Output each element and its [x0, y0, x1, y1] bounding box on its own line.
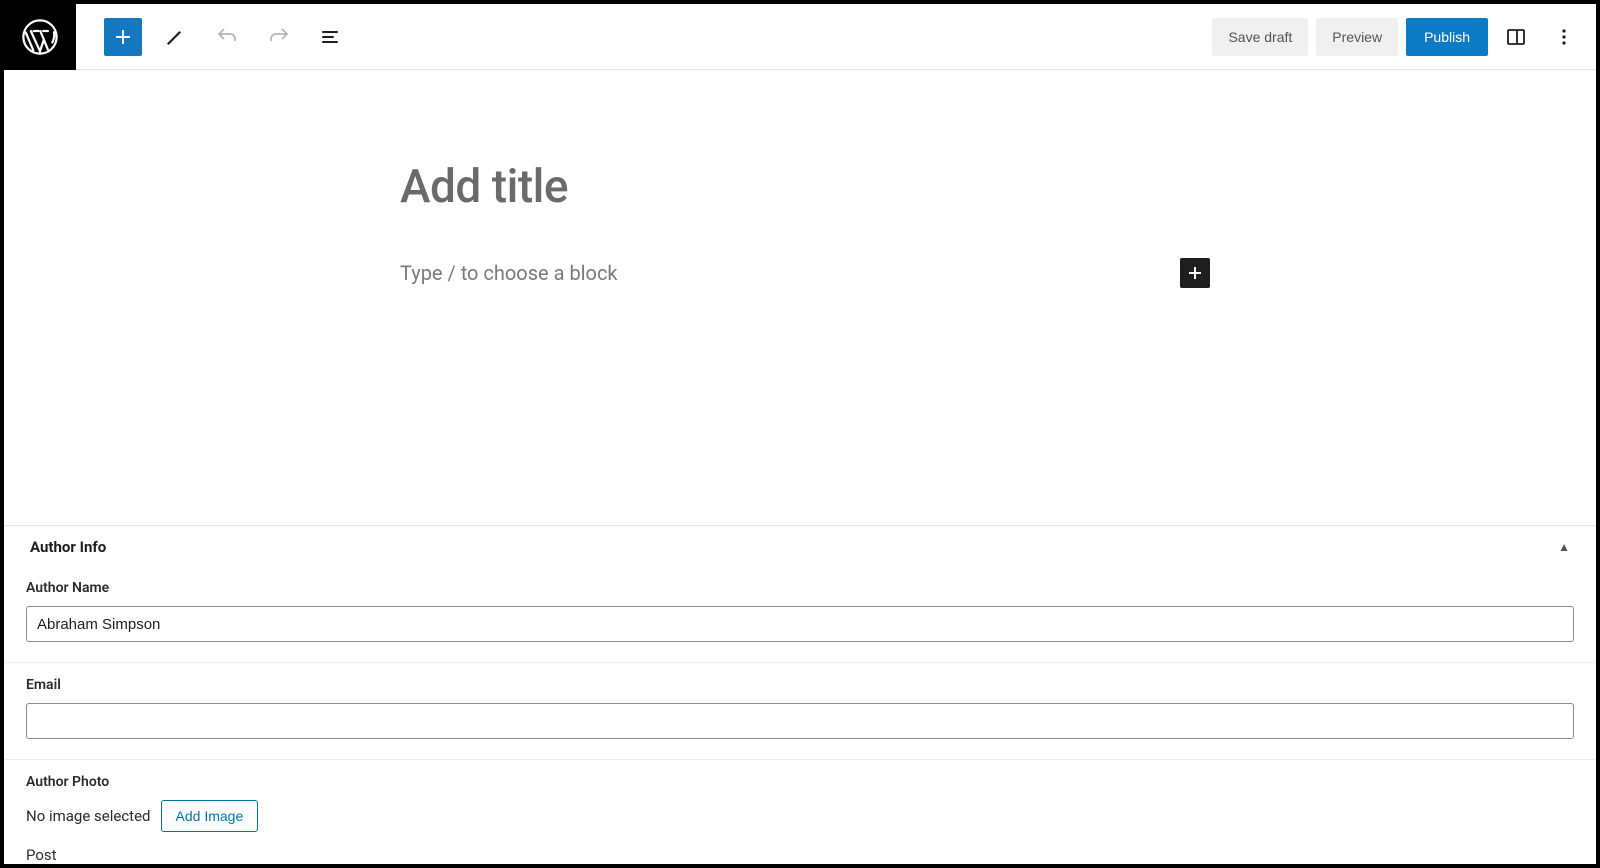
redo-button[interactable] [260, 18, 298, 56]
meta-boxes-area: Author Info ▲ Author Name Email Author P… [4, 525, 1596, 864]
email-input[interactable] [26, 703, 1574, 739]
no-image-selected-text: No image selected [26, 807, 151, 825]
plus-icon [111, 25, 135, 49]
publish-button[interactable]: Publish [1406, 18, 1488, 56]
wordpress-icon [21, 18, 59, 56]
author-photo-field: Author Photo No image selected Add Image [4, 760, 1596, 840]
list-view-icon [319, 25, 343, 49]
author-info-panel-title: Author Info [30, 538, 106, 556]
plus-icon [1183, 261, 1207, 285]
preview-button[interactable]: Preview [1316, 18, 1398, 56]
block-content-placeholder[interactable]: Type / to choose a block [400, 261, 618, 285]
toolbar-right-group: Save draft Preview Publish [1212, 17, 1596, 57]
author-name-field: Author Name [4, 566, 1596, 663]
save-draft-button[interactable]: Save draft [1212, 18, 1308, 56]
toolbar-left-group [76, 18, 350, 56]
settings-sidebar-toggle[interactable] [1496, 17, 1536, 57]
inline-add-block-button[interactable] [1180, 258, 1210, 288]
post-section-label: Post [4, 840, 1596, 864]
author-name-label: Author Name [26, 580, 1574, 596]
redo-icon [267, 25, 291, 49]
pencil-icon [163, 25, 187, 49]
more-options-button[interactable] [1544, 17, 1584, 57]
sidebar-icon [1504, 25, 1528, 49]
add-image-button[interactable]: Add Image [161, 800, 259, 832]
undo-icon [215, 25, 239, 49]
author-info-panel-header[interactable]: Author Info ▲ [4, 526, 1596, 566]
more-vertical-icon [1552, 25, 1576, 49]
collapse-up-icon: ▲ [1558, 540, 1570, 554]
author-info-panel: Author Info ▲ Author Name Email Author P… [4, 525, 1596, 864]
email-field: Email [4, 663, 1596, 760]
edit-mode-button[interactable] [156, 18, 194, 56]
post-title-input[interactable]: Add title [400, 160, 1210, 214]
wordpress-logo-button[interactable] [4, 4, 76, 70]
add-block-button[interactable] [104, 18, 142, 56]
author-name-input[interactable] [26, 606, 1574, 642]
editor-top-toolbar: Save draft Preview Publish [4, 4, 1596, 70]
author-photo-label: Author Photo [26, 774, 1574, 790]
editor-canvas: Add title Type / to choose a block Autho… [4, 70, 1596, 864]
undo-button[interactable] [208, 18, 246, 56]
document-overview-button[interactable] [312, 18, 350, 56]
email-label: Email [26, 677, 1574, 693]
